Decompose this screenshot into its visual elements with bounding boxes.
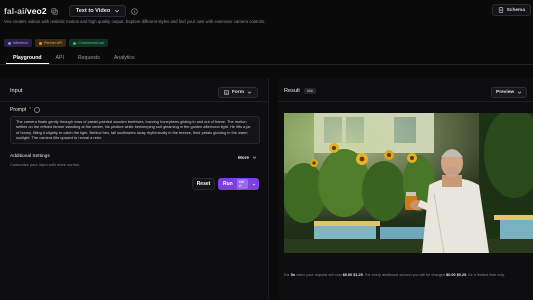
preview-toggle-button[interactable]: Preview bbox=[491, 87, 528, 98]
badge-inference: Inference bbox=[4, 39, 32, 47]
reset-button[interactable]: Reset bbox=[192, 178, 215, 190]
video-frame-illustration bbox=[284, 113, 533, 253]
result-video[interactable] bbox=[284, 113, 533, 253]
prompt-label: Prompt * bbox=[10, 107, 41, 113]
more-settings-label: More bbox=[238, 154, 249, 160]
top-bar: fal-ai/veo2 Text to Video Schema Veo cre… bbox=[0, 0, 533, 52]
preview-toggle-label: Preview bbox=[496, 90, 515, 95]
input-title: Input bbox=[10, 88, 23, 94]
tab-bar: Playground API Requests Analytics bbox=[0, 52, 533, 65]
link-icon bbox=[38, 41, 42, 45]
check-icon bbox=[73, 41, 77, 45]
cost-base-price: $0.00 $1.25 bbox=[342, 273, 363, 277]
result-header: Result Idle bbox=[284, 88, 316, 94]
tab-requests[interactable]: Requests bbox=[71, 52, 107, 64]
badge-row: Inference Partner API Commercial use bbox=[4, 39, 109, 47]
run-button[interactable]: Run ctrl ↵ bbox=[218, 178, 259, 190]
additional-settings-title: Additional Settings bbox=[10, 154, 50, 159]
input-divider bbox=[0, 101, 268, 102]
title-row: fal-ai/veo2 Text to Video bbox=[4, 4, 138, 18]
result-divider bbox=[278, 101, 533, 102]
model-org: fal-ai/ bbox=[4, 6, 27, 16]
form-icon bbox=[224, 90, 229, 95]
cost-mid2: . For every additional second you will b… bbox=[362, 273, 447, 277]
schema-button[interactable]: Schema bbox=[491, 4, 531, 16]
cost-tail: , for a limited time only. bbox=[466, 273, 505, 277]
form-toggle-button[interactable]: Form bbox=[218, 87, 258, 98]
copy-icon[interactable] bbox=[51, 7, 59, 15]
tab-api[interactable]: API bbox=[49, 52, 71, 64]
required-asterisk: * bbox=[29, 107, 32, 113]
schema-button-label: Schema bbox=[506, 7, 525, 13]
badge-label: Inference bbox=[13, 41, 28, 45]
mode-select[interactable]: Text to Video bbox=[68, 5, 127, 17]
form-toggle-label: Form bbox=[232, 90, 244, 95]
bolt-icon bbox=[8, 41, 11, 45]
tab-playground[interactable]: Playground bbox=[6, 52, 49, 64]
cost-mid: video your request will cost bbox=[295, 273, 343, 277]
chevron-down-icon bbox=[517, 91, 522, 94]
additional-settings-subtitle: Customize your input with more control. bbox=[10, 162, 81, 167]
cost-per-second-price: $0.00 $0.25 bbox=[446, 273, 467, 277]
tab-analytics[interactable]: Analytics bbox=[107, 52, 142, 64]
result-title: Result bbox=[284, 88, 300, 94]
run-button-label: Run bbox=[223, 181, 233, 187]
badge-commercial-use: Commercial use bbox=[69, 39, 109, 47]
document-icon bbox=[498, 7, 503, 13]
info-icon[interactable] bbox=[34, 107, 41, 113]
chevron-down-icon bbox=[115, 9, 120, 13]
chevron-down-icon bbox=[252, 156, 257, 159]
mode-select-label: Text to Video bbox=[75, 8, 111, 14]
prompt-label-text: Prompt bbox=[10, 107, 27, 113]
prompt-textarea[interactable]: The camera floats gently through rows of… bbox=[10, 116, 260, 144]
cost-lead: For bbox=[284, 273, 291, 277]
chevron-down-icon[interactable] bbox=[252, 182, 256, 187]
cost-note: For 5s video your request will cost $0.0… bbox=[284, 273, 529, 278]
chevron-down-icon bbox=[247, 91, 252, 94]
model-description: Veo creates videos with realistic motion… bbox=[4, 19, 266, 24]
badge-label: Commercial use bbox=[78, 41, 105, 45]
run-shortcut-hint: ctrl ↵ bbox=[236, 179, 248, 189]
badge-label: Partner API bbox=[43, 41, 63, 45]
info-icon[interactable] bbox=[130, 7, 138, 15]
more-settings-button[interactable]: More bbox=[234, 152, 261, 162]
status-badge: Idle bbox=[303, 88, 316, 94]
model-title: fal-ai/veo2 bbox=[4, 6, 47, 16]
badge-partner-api: Partner API bbox=[34, 39, 67, 47]
model-name: veo2 bbox=[26, 6, 47, 16]
